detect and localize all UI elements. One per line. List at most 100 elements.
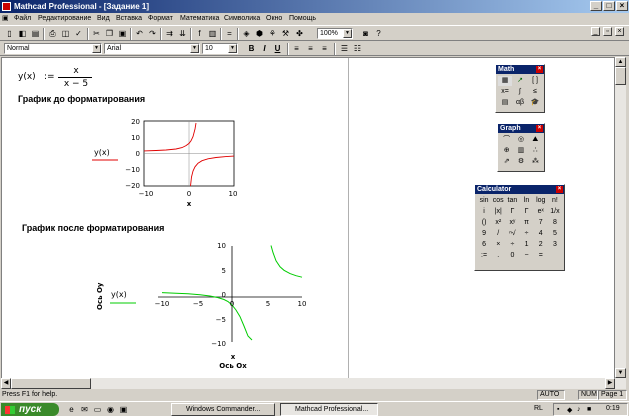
numbering-icon[interactable]: ☷ [352, 43, 363, 54]
resources-icon[interactable]: ◙ [360, 28, 371, 39]
close-icon[interactable]: × [556, 186, 563, 193]
calculator-key[interactable]: ln [520, 196, 534, 206]
calculator-key[interactable]: = [534, 251, 548, 261]
cut-icon[interactable]: ✂ [91, 28, 102, 39]
calculator-key[interactable]: π [520, 218, 534, 228]
resource-center-icon[interactable]: ⚘ [267, 28, 278, 39]
align-across-icon[interactable]: ⇉ [164, 28, 175, 39]
underline-button[interactable]: U [272, 43, 283, 54]
menu-edit[interactable]: Редактирование [38, 13, 91, 25]
vertical-scrollbar[interactable]: ▲ ▼ [615, 57, 626, 389]
spell-check-icon[interactable]: ✓ [73, 28, 84, 39]
calculator-key[interactable]: − [520, 251, 534, 261]
greek-toolbar-icon[interactable]: αβ [513, 98, 527, 108]
task-windows-commander[interactable]: Windows Commander... [171, 403, 275, 416]
calculator-key[interactable]: i [477, 207, 491, 217]
calculator-key[interactable]: |x| [491, 207, 505, 217]
network-icon[interactable]: ▪ [557, 406, 559, 413]
graph-palette-title[interactable]: Graph × [498, 124, 544, 133]
close-icon[interactable]: × [536, 66, 543, 73]
calculator-key[interactable]: n! [548, 196, 562, 206]
media-quicklaunch-icon[interactable]: ◉ [105, 404, 116, 415]
scatter-plot-icon[interactable]: ∴ [529, 146, 542, 156]
tray-app-icon[interactable]: ■ [587, 406, 591, 413]
app-quicklaunch-icon[interactable]: ▣ [118, 404, 129, 415]
programming-toolbar-icon[interactable]: ▤ [498, 98, 512, 108]
menu-help[interactable]: Помощь [289, 13, 316, 25]
task-mathcad[interactable]: Mathcad Professional... [280, 403, 378, 416]
calculator-key[interactable]: ÷ [505, 240, 519, 250]
redo-icon[interactable]: ↷ [147, 28, 158, 39]
h-scroll-thumb[interactable] [11, 378, 91, 389]
calculator-key[interactable]: Γ [505, 207, 519, 217]
maximize-button[interactable]: □ [603, 1, 615, 11]
volume-icon[interactable]: ♪ [577, 406, 581, 413]
bullets-icon[interactable]: ☰ [339, 43, 350, 54]
calculator-key[interactable]: ÷ [520, 229, 534, 239]
calculator-key[interactable]: 6 [477, 240, 491, 250]
style-select[interactable]: Normal ▼ [4, 43, 102, 54]
graph-before-format[interactable]: 20 10 0 −10 −20 −10 0 10 x y(x) [86, 116, 246, 212]
calculator-key[interactable]: 3 [548, 240, 562, 250]
calculator-key[interactable]: 4 [534, 229, 548, 239]
scroll-down-button[interactable]: ▼ [615, 368, 626, 378]
calculator-key[interactable]: . [491, 251, 505, 261]
font-select[interactable]: Arial ▼ [104, 43, 200, 54]
calculator-key[interactable]: 5 [548, 229, 562, 239]
calculator-key[interactable]: := [477, 251, 491, 261]
component-icon[interactable]: ◈ [241, 28, 252, 39]
menu-math[interactable]: Математика [180, 13, 219, 25]
calculator-key[interactable]: × [491, 240, 505, 250]
insert-unit-icon[interactable]: ▥ [207, 28, 218, 39]
boolean-toolbar-icon[interactable]: ≤ [528, 87, 542, 97]
bold-button[interactable]: B [246, 43, 257, 54]
calculator-key[interactable]: () [477, 218, 491, 228]
print-preview-icon[interactable]: ◫ [60, 28, 71, 39]
help-icon[interactable]: ? [373, 28, 384, 39]
undo-icon[interactable]: ↶ [134, 28, 145, 39]
calculator-toolbar-icon[interactable]: ▦ [498, 76, 512, 86]
calculator-key[interactable]: log [534, 196, 548, 206]
matrix-toolbar-icon[interactable]: [ ] [528, 76, 542, 86]
minimize-button[interactable]: _ [590, 1, 602, 11]
xy-plot-icon[interactable]: ⌒ [500, 135, 513, 145]
scroll-right-button[interactable]: ▶ [605, 378, 615, 389]
mathcad-icon[interactable] [2, 2, 11, 11]
font-size-select[interactable]: 10 ▼ [202, 43, 238, 54]
calculator-key[interactable]: Γ [520, 207, 534, 217]
vector-field-plot-icon[interactable]: ⇗ [500, 157, 513, 167]
menu-format[interactable]: Формат [148, 13, 173, 25]
3d-plot-wizard-icon[interactable]: ⁂ [529, 157, 542, 167]
plot-wizard-icon[interactable]: ⚙ [514, 157, 527, 167]
align-down-icon[interactable]: ⇊ [177, 28, 188, 39]
scroll-left-button[interactable]: ◀ [1, 378, 11, 389]
align-right-icon[interactable]: ≡ [319, 43, 330, 54]
calculator-palette-title[interactable]: Calculator × [475, 185, 564, 194]
open-icon[interactable]: ◧ [17, 28, 28, 39]
language-indicator[interactable]: RL [534, 405, 543, 412]
insert-component-icon[interactable]: ⬢ [254, 28, 265, 39]
calculator-key[interactable]: sin [477, 196, 491, 206]
graph-after-format[interactable]: 10 5 0 −5 −10 −10 −5 0 5 10 x Ось Ох y(x… [86, 238, 326, 374]
calculator-key[interactable]: x² [491, 218, 505, 228]
menu-file[interactable]: Файл [14, 13, 31, 25]
close-button[interactable]: × [616, 1, 628, 11]
menu-insert[interactable]: Вставка [116, 13, 142, 25]
horizontal-scrollbar[interactable]: ◀ ▶ [1, 378, 615, 389]
math-palette[interactable]: Math × ▦ ↗ [ ] x= ∫ ≤ ▤ αβ 🎓 [495, 64, 545, 113]
menu-symbolics[interactable]: Символика [224, 13, 260, 25]
doc-menu-icon[interactable]: ▣ [2, 13, 9, 25]
calculator-key[interactable]: 2 [534, 240, 548, 250]
3d-bar-plot-icon[interactable]: ▥ [514, 146, 527, 156]
calculator-key[interactable]: 1/x [548, 207, 562, 217]
chevron-down-icon[interactable]: ▼ [92, 44, 101, 53]
scroll-thumb[interactable] [615, 67, 626, 85]
calculator-key[interactable]: cos [491, 196, 505, 206]
chevron-down-icon[interactable]: ▼ [190, 44, 199, 53]
chevron-down-icon[interactable]: ▼ [343, 29, 352, 38]
polar-plot-icon[interactable]: ◎ [514, 135, 527, 145]
menu-view[interactable]: Вид [97, 13, 110, 25]
ie-quicklaunch-icon[interactable]: e [66, 404, 77, 415]
antivirus-icon[interactable]: ◆ [567, 406, 572, 414]
contour-plot-icon[interactable]: ⊕ [500, 146, 513, 156]
